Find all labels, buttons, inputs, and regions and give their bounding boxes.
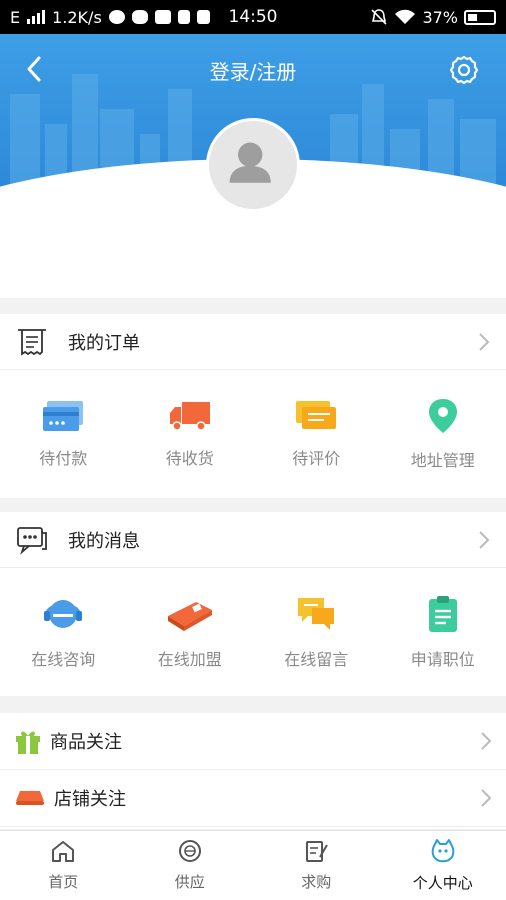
online-message-label: 在线留言 [284, 650, 349, 669]
comment-icon [296, 401, 337, 429]
address-management-label: 地址管理 [410, 451, 475, 470]
messages-title: 我的消息 [68, 530, 140, 552]
battery-percent: 37% [422, 7, 458, 27]
pending-payment-button[interactable]: 待付款 [0, 370, 127, 498]
network-type: E [10, 7, 21, 27]
battery-icon [464, 9, 496, 25]
tab-purchase[interactable]: 求购 [253, 831, 380, 900]
online-consult-label: 在线咨询 [31, 650, 96, 669]
address-management-button[interactable]: 地址管理 [380, 370, 506, 498]
chat-bubbles-icon [298, 598, 335, 630]
chevron-right-icon [479, 332, 490, 351]
mute-bell-icon [371, 9, 388, 25]
pending-payment-label: 待付款 [39, 449, 88, 468]
headset-icon [44, 600, 83, 628]
pending-receipt-button[interactable]: 待收货 [127, 370, 254, 498]
follows-list: 商品关注 店铺关注 [0, 713, 506, 829]
wechat-notification-icon [131, 10, 148, 24]
apply-position-button[interactable]: 申请职位 [380, 568, 506, 696]
signal-icon [27, 10, 46, 24]
card-icon [43, 401, 84, 431]
chevron-right-icon [481, 732, 492, 750]
online-message-button[interactable]: 在线留言 [253, 568, 380, 696]
app-notification-icon [177, 10, 190, 24]
location-pin-icon [428, 399, 457, 433]
chevron-right-icon [481, 789, 492, 807]
messages-card: 我的消息 在线咨询 在线加盟 在线留言 申请职位 [0, 512, 506, 696]
orders-header[interactable]: 我的订单 [0, 314, 506, 370]
pending-review-button[interactable]: 待评价 [253, 370, 380, 498]
product-follows-label: 商品关注 [50, 732, 122, 753]
tab-profile-label: 个人中心 [412, 874, 473, 892]
supply-icon [178, 840, 201, 862]
tab-supply-label: 供应 [174, 873, 205, 891]
orders-title: 我的订单 [68, 332, 140, 354]
settings-gear-icon[interactable] [448, 54, 480, 86]
android-notification-icon [196, 10, 210, 24]
chat-notification-icon [108, 10, 125, 24]
pending-receipt-label: 待收货 [165, 449, 214, 468]
network-speed: 1.2K/s [52, 7, 102, 27]
pending-review-label: 待评价 [292, 449, 341, 468]
messages-header[interactable]: 我的消息 [0, 512, 506, 568]
gift-icon [16, 731, 40, 754]
online-franchise-label: 在线加盟 [157, 650, 222, 669]
chevron-right-icon [479, 530, 490, 549]
store-follows-label: 店铺关注 [54, 789, 126, 810]
profile-icon [431, 839, 455, 863]
apply-position-label: 申请职位 [410, 650, 475, 669]
receipt-icon [18, 328, 46, 356]
store-follows-row[interactable]: 店铺关注 [0, 770, 506, 827]
message-bubble-icon [17, 526, 47, 555]
franchise-icon [167, 602, 212, 631]
home-icon [52, 841, 75, 862]
tab-home-label: 首页 [48, 873, 79, 891]
default-user-icon [229, 142, 271, 183]
store-awning-icon [16, 791, 44, 805]
mail-notification-icon [154, 10, 171, 24]
tab-profile[interactable]: 个人中心 [380, 831, 506, 900]
purchase-icon [306, 841, 329, 862]
clipboard-icon [428, 596, 457, 632]
status-bar: E 1.2K/s 14:50 37% [0, 0, 506, 34]
online-consult-button[interactable]: 在线咨询 [0, 568, 127, 696]
product-follows-row[interactable]: 商品关注 [0, 713, 506, 770]
orders-card: 我的订单 待付款 待收货 待评价 地址管理 [0, 314, 506, 498]
avatar[interactable] [206, 118, 300, 212]
login-register-title[interactable]: 登录/注册 [0, 56, 506, 85]
online-franchise-button[interactable]: 在线加盟 [127, 568, 254, 696]
tab-supply[interactable]: 供应 [127, 831, 254, 900]
tab-purchase-label: 求购 [301, 873, 332, 891]
message-shortcuts: 在线咨询 在线加盟 在线留言 申请职位 [0, 568, 506, 696]
bottom-tab-bar: 首页 供应 求购 个人中心 [0, 830, 506, 900]
order-shortcuts: 待付款 待收货 待评价 地址管理 [0, 370, 506, 498]
truck-icon [169, 402, 210, 431]
profile-header: 登录/注册 [0, 34, 506, 298]
wifi-icon [395, 9, 416, 24]
tab-home[interactable]: 首页 [0, 831, 127, 900]
